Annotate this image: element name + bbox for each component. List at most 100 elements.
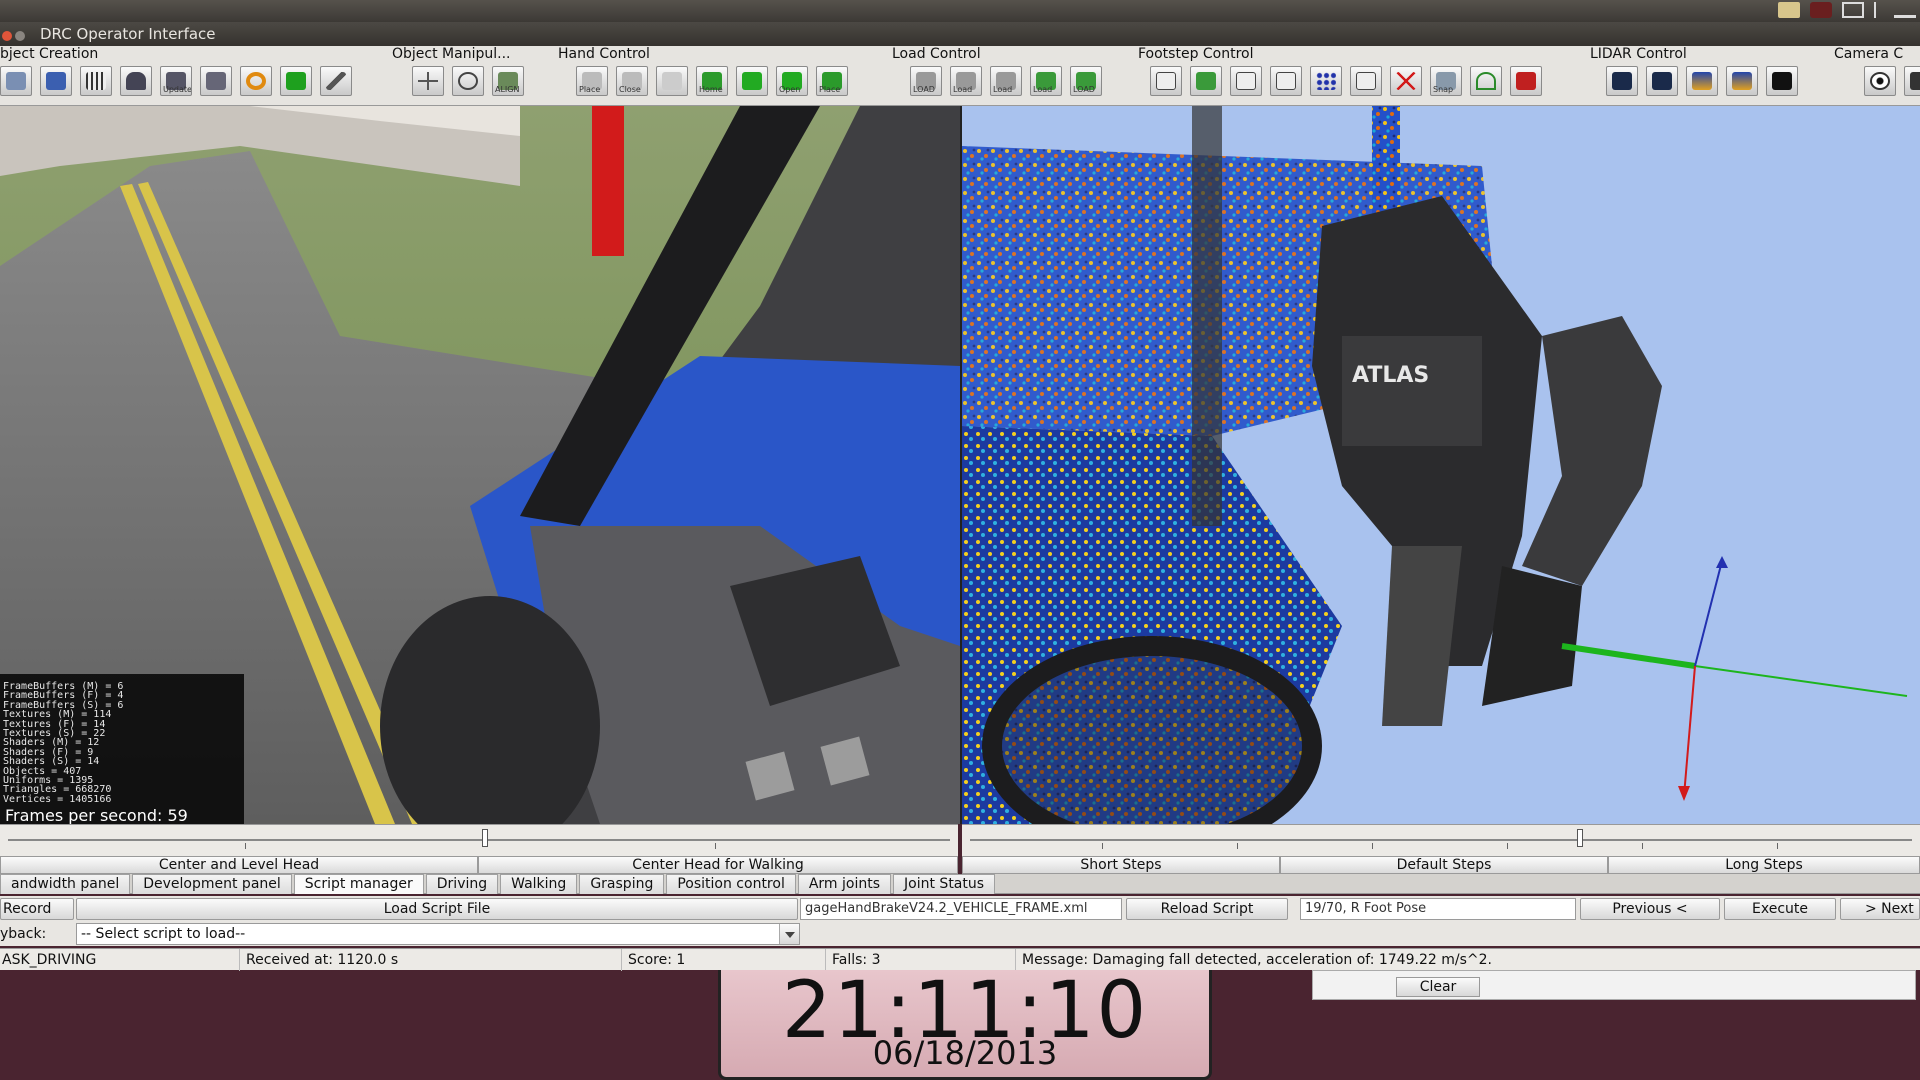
toolbar-group-title: LIDAR Control: [1590, 46, 1687, 62]
align-icon[interactable]: ALIGN: [492, 66, 524, 96]
toolbar-group-title: Load Control: [892, 46, 981, 62]
move-icon[interactable]: [412, 66, 444, 96]
hand-place2-icon[interactable]: Place: [816, 66, 848, 96]
record-button[interactable]: Record: [0, 898, 74, 920]
script-select[interactable]: -- Select script to load--: [76, 923, 800, 945]
record-icon[interactable]: [1810, 2, 1832, 18]
foot-stop-icon[interactable]: [1510, 66, 1542, 96]
camera-viewport[interactable]: FrameBuffers (M) = 6 FrameBuffers (F) = …: [0, 106, 960, 824]
clock-overlay: 21:11:10 06/18/2013: [718, 966, 1212, 1080]
car-icon[interactable]: [120, 66, 152, 96]
script-step-field[interactable]: 19/70, R Foot Pose: [1300, 898, 1576, 920]
window-controls[interactable]: [2, 29, 28, 45]
drill-icon[interactable]: [320, 66, 352, 96]
lidar-c-icon[interactable]: [1686, 66, 1718, 96]
next-button[interactable]: > Next: [1840, 898, 1920, 920]
foot-clear-icon[interactable]: [1390, 66, 1422, 96]
message-panel: Clear: [1312, 970, 1916, 1000]
tab-grasping[interactable]: Grasping: [579, 874, 665, 894]
load-c-icon[interactable]: Load: [1030, 66, 1062, 96]
foot-pattern-icon[interactable]: [1310, 66, 1342, 96]
center-head-walking-button[interactable]: Center Head for Walking: [478, 856, 958, 874]
head-buttons: Center and Level Head Center Head for Wa…: [0, 856, 958, 874]
network-icon[interactable]: [1894, 2, 1916, 18]
foot-e-icon[interactable]: [1350, 66, 1382, 96]
y-axis-head: [1678, 786, 1690, 801]
minimize-window-icon[interactable]: [15, 31, 25, 41]
folder-icon[interactable]: [1778, 2, 1800, 18]
foot-a-icon[interactable]: [1150, 66, 1182, 96]
lidar-d-icon[interactable]: [1726, 66, 1758, 96]
foot-c-icon[interactable]: [1230, 66, 1262, 96]
car-outline-icon[interactable]: [200, 66, 232, 96]
tab-development-panel[interactable]: Development panel: [132, 874, 292, 894]
eye-icon[interactable]: [1864, 66, 1896, 96]
tab-driving[interactable]: Driving: [425, 874, 499, 894]
clear-button[interactable]: Clear: [1396, 977, 1480, 997]
rotate-icon[interactable]: [452, 66, 484, 96]
load-script-file-button[interactable]: Load Script File: [76, 898, 798, 920]
render-stats-overlay: FrameBuffers (M) = 6 FrameBuffers (F) = …: [0, 674, 244, 824]
previous-button[interactable]: Previous <: [1580, 898, 1720, 920]
mail-icon[interactable]: [1842, 2, 1864, 18]
tab-script-manager[interactable]: Script manager: [293, 874, 424, 894]
reload-script-button[interactable]: Reload Script: [1126, 898, 1288, 920]
cube-icon[interactable]: [40, 66, 72, 96]
lidar-scene: ATLAS: [962, 106, 1908, 824]
foot-b-icon[interactable]: [1190, 66, 1222, 96]
tab-joint-status[interactable]: Joint Status: [893, 874, 996, 894]
lidar-b-icon[interactable]: [1646, 66, 1678, 96]
red-pole: [592, 106, 624, 256]
head-slider[interactable]: [0, 824, 958, 856]
camera-icon[interactable]: [1904, 66, 1920, 96]
lidar-off-icon[interactable]: [1766, 66, 1798, 96]
script-file-field[interactable]: gageHandBrakeV24.2_VEHICLE_FRAME.xml: [800, 898, 1122, 920]
step-slider[interactable]: [962, 824, 1920, 856]
long-steps-button[interactable]: Long Steps: [1608, 856, 1920, 874]
window-title: DRC Operator Interface: [0, 22, 1920, 46]
tab-position-control[interactable]: Position control: [666, 874, 796, 894]
center-level-head-button[interactable]: Center and Level Head: [0, 856, 478, 874]
toolbar-group-title: Footstep Control: [1138, 46, 1254, 62]
lidar-a-icon[interactable]: [1606, 66, 1638, 96]
step-buttons: Short Steps Default Steps Long Steps: [962, 856, 1920, 874]
hand-blank-icon[interactable]: [656, 66, 688, 96]
scene-icon[interactable]: [0, 66, 32, 96]
hand-close-icon[interactable]: Close: [616, 66, 648, 96]
tab-bandwidth-panel[interactable]: andwidth panel: [0, 874, 131, 894]
grid-icon[interactable]: [80, 66, 112, 96]
hand-open-icon[interactable]: Open: [776, 66, 808, 96]
load-b-icon[interactable]: Load: [990, 66, 1022, 96]
box-icon[interactable]: [280, 66, 312, 96]
execute-button[interactable]: Execute: [1724, 898, 1836, 920]
ring-icon[interactable]: [240, 66, 272, 96]
hand-place-icon[interactable]: Place: [576, 66, 608, 96]
panel-tabs: andwidth panel Development panel Script …: [0, 874, 1920, 894]
load-a-icon[interactable]: Load: [950, 66, 982, 96]
3d-viewport[interactable]: ATLAS: [962, 106, 1920, 824]
snap-icon[interactable]: Snap: [1430, 66, 1462, 96]
fps-readout: Frames per second: 59: [5, 806, 188, 824]
z-axis-head: [1716, 556, 1728, 568]
load-icon[interactable]: LOAD: [910, 66, 942, 96]
tab-arm-joints[interactable]: Arm joints: [797, 874, 892, 894]
load-d-icon[interactable]: LOAD: [1070, 66, 1102, 96]
hand-home-icon[interactable]: Home: [696, 66, 728, 96]
robot-leg: [1382, 546, 1462, 726]
tab-walking[interactable]: Walking: [500, 874, 578, 894]
toolbar-group-title: Camera C: [1834, 46, 1904, 62]
short-steps-button[interactable]: Short Steps: [962, 856, 1280, 874]
playback-row: yback: -- Select script to load--: [0, 922, 1920, 946]
update-icon[interactable]: Update: [160, 66, 192, 96]
foot-turn-icon[interactable]: [1470, 66, 1502, 96]
chevron-down-icon[interactable]: [779, 924, 799, 944]
step-slider-thumb[interactable]: [1577, 829, 1583, 847]
x-axis-arrow: [1561, 643, 1696, 669]
head-slider-thumb[interactable]: [482, 829, 488, 847]
bluetooth-icon[interactable]: [1874, 2, 1884, 18]
default-steps-button[interactable]: Default Steps: [1280, 856, 1608, 874]
hand-grasp-icon[interactable]: [736, 66, 768, 96]
close-window-icon[interactable]: [2, 31, 12, 41]
foot-d-icon[interactable]: [1270, 66, 1302, 96]
x-axis: [1694, 665, 1908, 697]
